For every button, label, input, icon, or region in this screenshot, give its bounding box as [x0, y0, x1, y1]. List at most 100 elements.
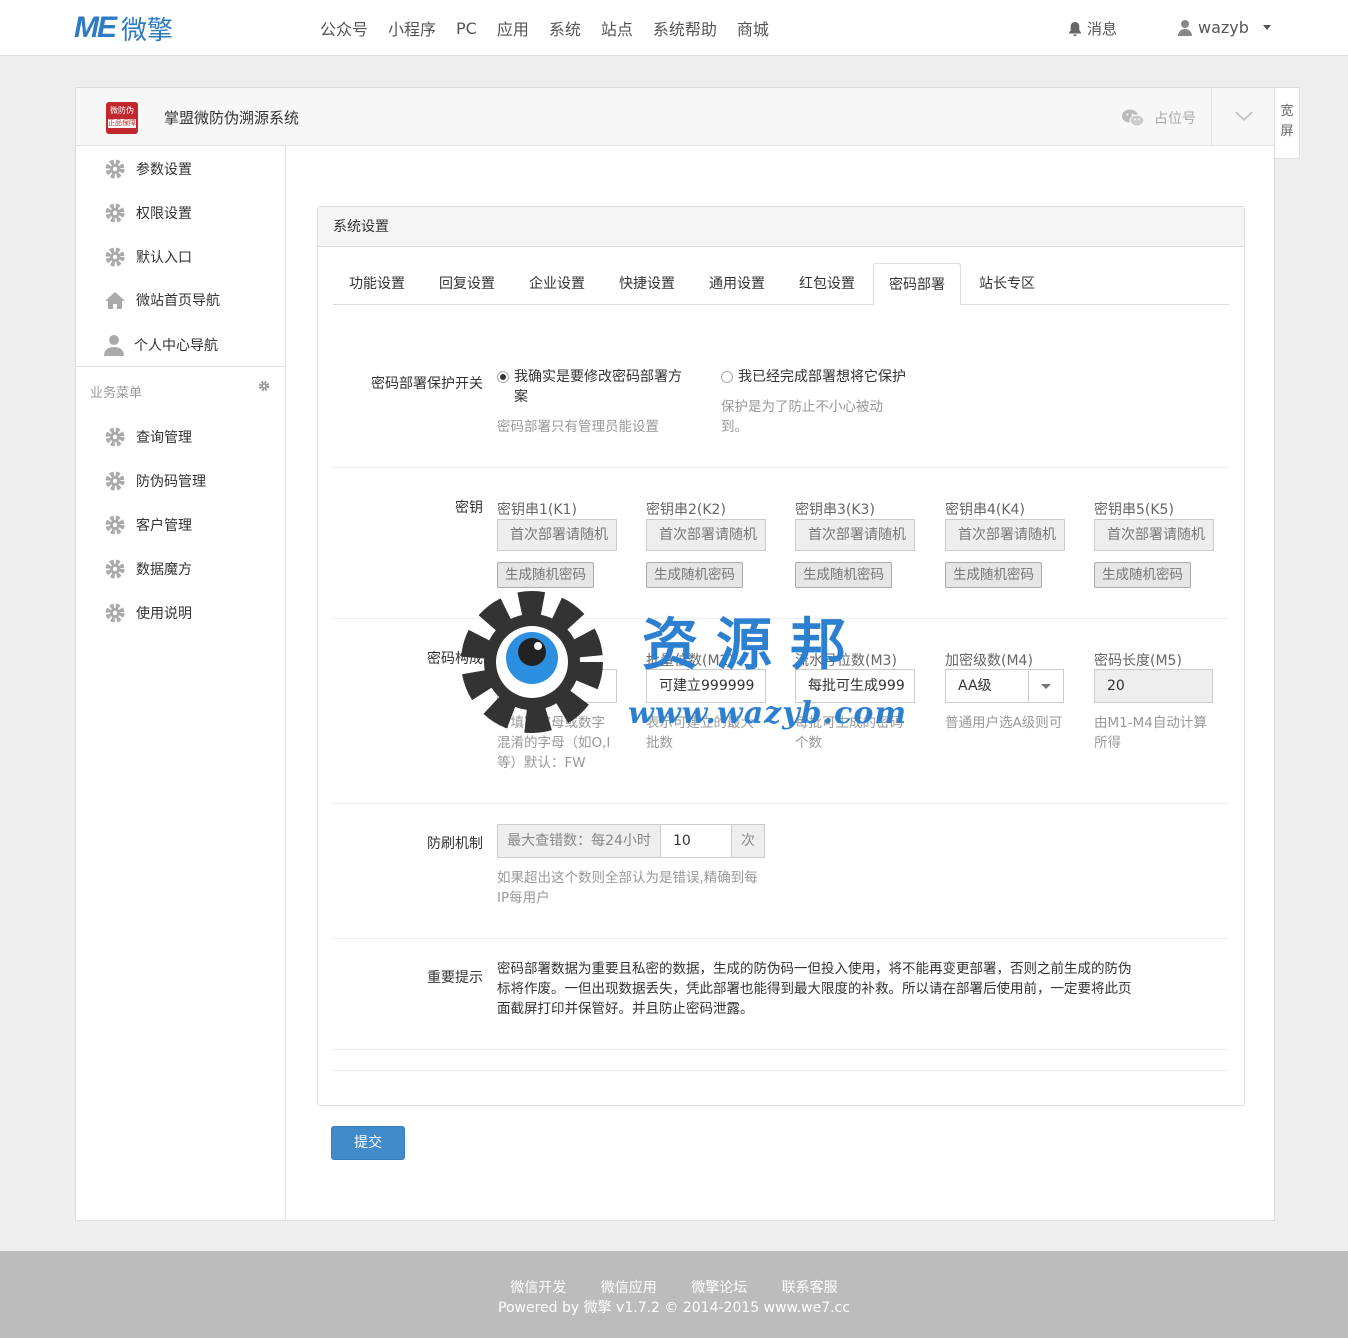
footer-links: 微信开发 微信应用 微擎论坛 联系客服	[0, 1277, 1348, 1297]
gear-icon	[105, 203, 125, 223]
key-1-input[interactable]: 首次部署请随机	[497, 519, 617, 551]
m4-select-toggle[interactable]	[1028, 669, 1064, 703]
sidebar-item-label: 参数设置	[136, 162, 192, 178]
wide-screen-toggle[interactable]: 宽屏	[1274, 87, 1300, 159]
placeholder-label: 占位号	[1154, 111, 1196, 127]
submit-button[interactable]: 提交	[331, 1126, 405, 1160]
m3-serial-input[interactable]: 每批可生成999	[795, 669, 915, 703]
logo-me: ME	[74, 11, 117, 44]
sidebar-item-customers[interactable]: 客户管理	[104, 514, 192, 536]
m1-prefix-input[interactable]: FW	[497, 669, 617, 703]
gear-icon	[105, 427, 125, 447]
sidebar-item-permissions[interactable]: 权限设置	[104, 202, 192, 224]
tab-enterprise[interactable]: 企业设置	[513, 263, 601, 305]
footer-link-dev[interactable]: 微信开发	[510, 1280, 566, 1296]
key-2-generate-button[interactable]: 生成随机密码	[646, 562, 743, 588]
sidebar-item-codes[interactable]: 防伪码管理	[104, 470, 206, 492]
key-1-generate-button[interactable]: 生成随机密码	[497, 562, 594, 588]
anti-brush-input[interactable]: 10	[660, 824, 732, 858]
tab-reply[interactable]: 回复设置	[423, 263, 511, 305]
nav-item-official-account[interactable]: 公众号	[320, 16, 368, 40]
key-3-generate-button[interactable]: 生成随机密码	[795, 562, 892, 588]
sidebar-item-query[interactable]: 查询管理	[104, 426, 192, 448]
tab-password-deploy[interactable]: 密码部署	[873, 263, 961, 306]
key-2-label: 密钥串2(K2)	[646, 502, 726, 518]
nav-item-pc[interactable]: PC	[456, 19, 477, 38]
caret-down-icon	[1262, 25, 1271, 30]
footer: 微信开发 微信应用 微擎论坛 联系客服 Powered by 微擎 v1.7.2…	[0, 1251, 1348, 1338]
footer-link-forum[interactable]: 微擎论坛	[691, 1280, 747, 1296]
nav-item-mini-program[interactable]: 小程序	[388, 16, 436, 40]
messages-link[interactable]: 消息	[1068, 18, 1117, 39]
sidebar-item-site-nav[interactable]: 微站首页导航	[104, 290, 220, 310]
key-4-generate-button[interactable]: 生成随机密码	[945, 562, 1042, 588]
settings-tabs: 功能设置 回复设置 企业设置 快捷设置 通用设置 红包设置 密码部署 站长专区	[333, 263, 1229, 306]
caret-down-icon	[1041, 684, 1051, 689]
key-4-input[interactable]: 首次部署请随机	[945, 519, 1065, 551]
protect-option-lock[interactable]: 我已经完成部署想将它保护	[721, 367, 921, 389]
row-divider	[333, 1049, 1229, 1050]
row-divider	[333, 467, 1229, 468]
key-1-label: 密钥串1(K1)	[497, 502, 577, 518]
protect-switch-label: 密码部署保护开关	[371, 376, 483, 392]
m4-level-select[interactable]: AA级	[945, 669, 1029, 703]
key-2-input[interactable]: 首次部署请随机	[646, 519, 766, 551]
tab-webmaster[interactable]: 站长专区	[963, 263, 1051, 305]
sidebar-item-data-cube[interactable]: 数据魔方	[104, 558, 192, 580]
sidebar-item-user-center-nav[interactable]: 个人中心导航	[104, 334, 218, 356]
row-divider	[333, 803, 1229, 804]
key-3-input[interactable]: 首次部署请随机	[795, 519, 915, 551]
m2-batch-input[interactable]: 可建立999999	[646, 669, 766, 703]
nav-item-store[interactable]: 商城	[737, 16, 769, 40]
anti-brush-suffix: 次	[731, 824, 765, 858]
nav-item-apps[interactable]: 应用	[497, 16, 529, 40]
gear-icon	[105, 515, 125, 535]
user-menu[interactable]: wazyb	[1178, 18, 1271, 37]
gear-icon	[105, 559, 125, 579]
app-icon-bottom-text: 正品保障	[108, 119, 136, 128]
settings-panel-title: 系统设置	[318, 207, 1244, 247]
sidebar-item-default-entry[interactable]: 默认入口	[104, 246, 192, 268]
tab-shortcut[interactable]: 快捷设置	[603, 263, 691, 305]
radio-unchecked[interactable]	[721, 371, 733, 383]
chevron-down-icon[interactable]	[1234, 106, 1254, 126]
nav-item-help[interactable]: 系统帮助	[653, 16, 717, 40]
protect-option-lock-hint: 保护是为了防止不小心被动到。	[721, 399, 883, 435]
m3-label: 流水号位数(M3)	[795, 653, 897, 669]
header-divider	[1211, 88, 1212, 145]
sidebar-group-title: 业务菜单	[90, 386, 143, 401]
user-icon	[1178, 20, 1192, 36]
m5-length-input: 20	[1094, 669, 1213, 703]
keys-label: 密钥	[455, 500, 483, 516]
app-title: 掌盟微防伪溯源系统	[164, 109, 300, 127]
notice-text: 密码部署数据为重要且私密的数据，生成的防伪码一但投入使用，将不能再变更部署，否则…	[497, 961, 1132, 1017]
anti-brush-hint: 如果超出这个数则全部认为是错误,精确到每IP每用户	[497, 870, 758, 906]
footer-copyright: Powered by 微擎 v1.7.2 © 2014-2015 www.we7…	[498, 1300, 850, 1316]
gear-icon	[105, 159, 125, 179]
nav-item-system[interactable]: 系统	[549, 16, 581, 40]
nav-item-site[interactable]: 站点	[601, 16, 633, 40]
key-5-generate-button[interactable]: 生成随机密码	[1094, 562, 1191, 588]
account-switcher[interactable]: 占位号	[1122, 108, 1196, 128]
brand-logo[interactable]: ME 微擎	[74, 11, 173, 46]
bell-icon	[1069, 21, 1081, 36]
tab-function[interactable]: 功能设置	[333, 263, 421, 305]
sidebar: 参数设置 权限设置 默认入口 微站首页导航 个人中心导航 业务菜单 查询管理 防…	[76, 146, 286, 1220]
key-3-label: 密钥串3(K3)	[795, 502, 875, 518]
m3-hint: 每批可生成的密码个数	[795, 715, 903, 751]
protect-option-modify-hint: 密码部署只有管理员能设置	[497, 419, 659, 435]
app-icon: 微防伪 正品保障	[106, 102, 138, 134]
settings-gear-icon[interactable]	[258, 380, 270, 392]
row-divider	[333, 1070, 1229, 1071]
messages-label: 消息	[1087, 20, 1118, 38]
footer-link-support[interactable]: 联系客服	[782, 1280, 838, 1296]
sidebar-item-manual[interactable]: 使用说明	[104, 602, 192, 624]
tab-redpacket[interactable]: 红包设置	[783, 263, 871, 305]
protect-option-modify-label: 我确实是要修改密码部署方案	[514, 369, 682, 405]
radio-checked[interactable]	[497, 371, 509, 383]
key-5-input[interactable]: 首次部署请随机	[1094, 519, 1214, 551]
footer-link-apps[interactable]: 微信应用	[601, 1280, 657, 1296]
protect-option-modify[interactable]: 我确实是要修改密码部署方案	[497, 367, 697, 407]
sidebar-item-params[interactable]: 参数设置	[104, 158, 192, 180]
tab-general[interactable]: 通用设置	[693, 263, 781, 305]
